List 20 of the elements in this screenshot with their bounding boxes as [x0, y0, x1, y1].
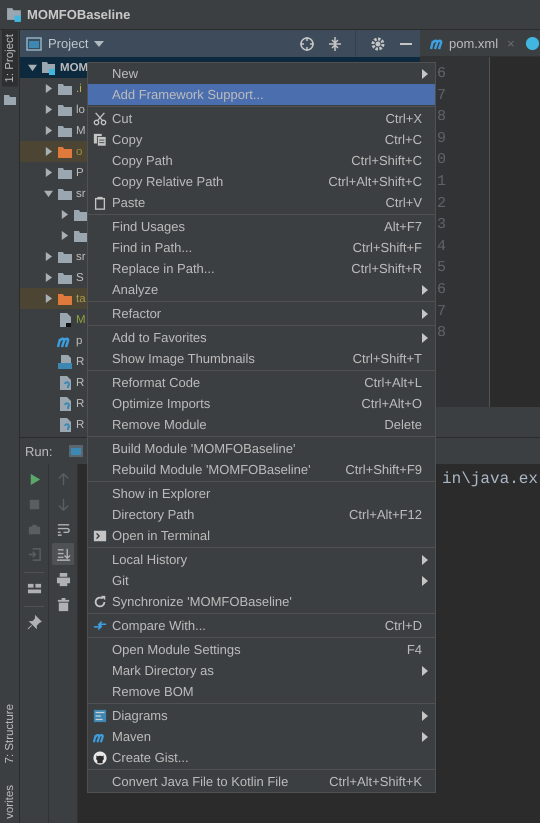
shortcut-label: Ctrl+Alt+F12	[349, 507, 422, 522]
shortcut-label: Ctrl+Shift+R	[351, 261, 422, 276]
shortcut-label: F4	[406, 642, 422, 657]
shortcut-label: Delete	[384, 417, 422, 432]
shortcut-label: Ctrl+Alt+L	[364, 375, 422, 390]
window-title: MOMFOBaseline	[27, 7, 130, 22]
shortcut-label: Ctrl+X	[386, 111, 422, 126]
shortcut-label: Ctrl+V	[386, 195, 422, 210]
shortcut-label: Ctrl+Alt+O	[361, 396, 422, 411]
shortcut-label: Ctrl+Shift+F	[352, 240, 422, 255]
run-label: Run:	[25, 444, 52, 458]
shortcut-label: Ctrl+Shift+T	[352, 351, 422, 366]
shortcut-label: Ctrl+Alt+Shift+C	[328, 174, 422, 189]
shortcut-label: Alt+F7	[384, 219, 422, 234]
shortcut-label: Ctrl+C	[384, 132, 422, 147]
console-output: in\java.ex	[442, 470, 538, 488]
shortcut-label: Ctrl+Shift+C	[351, 153, 422, 168]
shortcut-label: Ctrl+D	[384, 618, 422, 633]
shortcut-label: Ctrl+Alt+Shift+K	[329, 774, 422, 789]
shortcut-label: Ctrl+Shift+F9	[345, 462, 422, 477]
